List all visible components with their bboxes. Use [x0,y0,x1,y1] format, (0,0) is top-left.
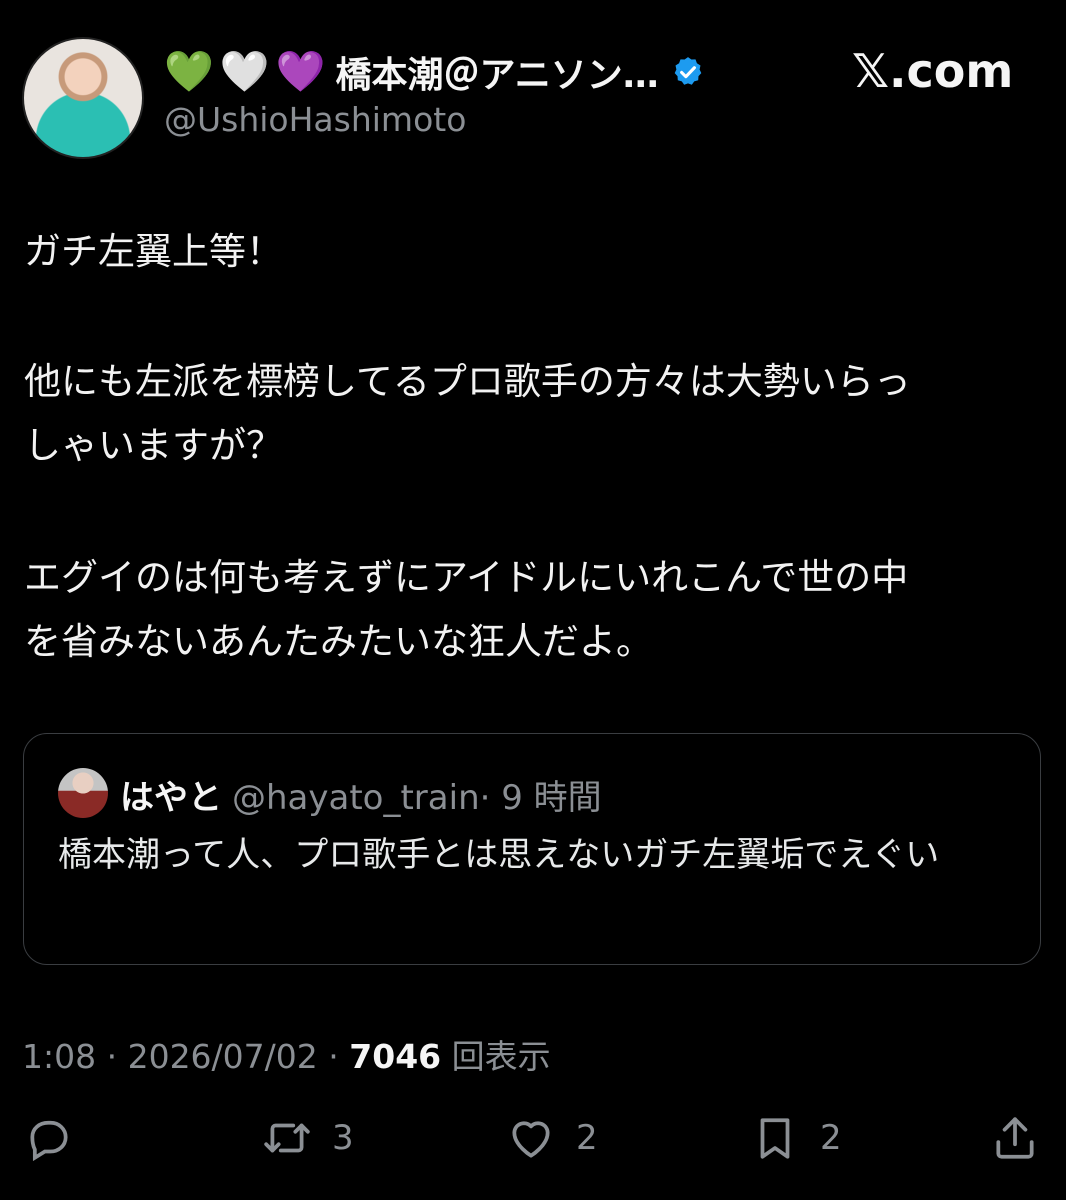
bookmark-icon [760,1118,790,1159]
like-count: 2 [576,1118,598,1158]
quoted-display-name: はやと [120,778,222,818]
quoted-text: 橋本潮って人、プロ歌手とは思えないガチ左翼垢でえぐい [58,835,940,875]
verified-badge-icon [674,57,702,85]
post-line-5: を省みないあんたみたいな狂人だよ。 [24,620,653,663]
bookmark-button[interactable]: 2 [750,1108,842,1168]
quoted-handle: @hayato_train [232,778,480,818]
post-timestamp[interactable]: 1:08 · 2026/07/02 · [22,1037,339,1076]
action-bar: 3 2 2 [0,1108,1066,1168]
display-name[interactable]: 橋本潮＠アニソン… [335,46,658,98]
post-line-2: 他にも左派を標榜してるプロ歌手の方々は大勢いらっ [24,360,911,403]
heart-icon [512,1121,550,1158]
author-handle[interactable]: @UshioHashimoto [164,100,466,139]
share-icon [996,1117,1034,1159]
author-name-row[interactable]: 💚 🤍 💜 橋本潮＠アニソン… [164,46,705,98]
post-meta: 1:08 · 2026/07/02 · 7046 回表示 [22,1030,551,1078]
quoted-avatar [58,768,108,818]
quoted-meta: はやと @hayato_train· 9 時間 [120,770,602,819]
reply-icon [30,1120,68,1162]
post-line-1: ガチ左翼上等！ [24,230,283,273]
retweet-icon [264,1123,310,1153]
purple-heart-icon: 💜 [275,49,326,95]
view-label: 回表示 [451,1037,551,1076]
quoted-time: · 9 時間 [479,778,602,818]
share-button[interactable] [990,1108,1040,1168]
post-line-3: しゃいますが？ [24,424,283,467]
retweet-count: 3 [332,1118,354,1158]
view-count: 7046 [349,1037,442,1076]
white-heart-icon: 🤍 [219,49,270,95]
avatar[interactable] [22,37,144,159]
post-line-4: エグイのは何も考えずにアイドルにいれこんで世の中 [24,556,909,599]
reply-button[interactable] [24,1108,74,1168]
x-com-logo: 𝕏.com [852,44,1014,98]
quoted-post[interactable]: はやと @hayato_train· 9 時間 橋本潮って人、プロ歌手とは思えない… [23,733,1041,965]
retweet-button[interactable]: 3 [262,1108,354,1168]
post-header: 💚 🤍 💜 橋本潮＠アニソン… @UshioHashimoto 𝕏.com [0,0,1066,170]
like-button[interactable]: 2 [506,1108,598,1168]
bookmark-count: 2 [820,1118,842,1158]
green-heart-icon: 💚 [164,49,214,95]
